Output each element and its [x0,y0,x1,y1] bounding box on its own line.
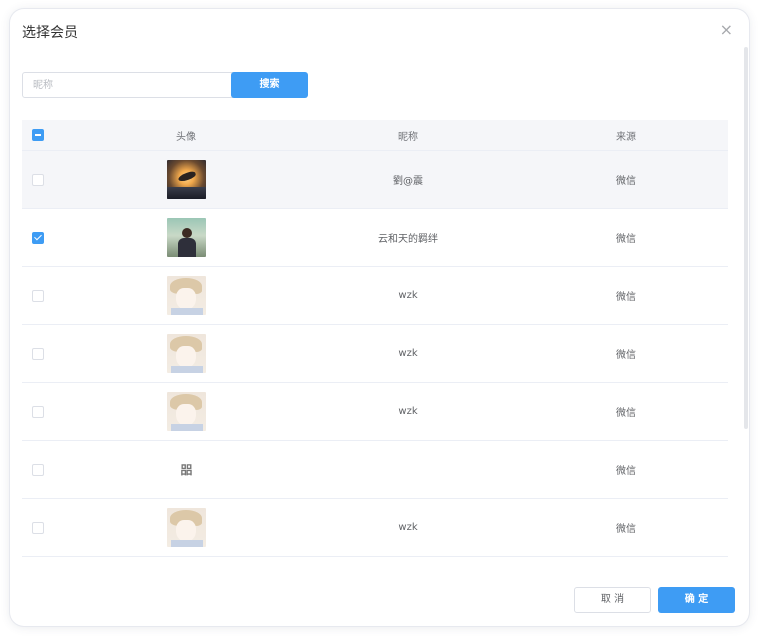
nickname-search-input[interactable] [22,72,236,98]
select-member-dialog: 选择会员 × 搜索 头像 昵称 来源 劉@震微信云和天的羁绊微信wzk微信wzk… [10,9,749,626]
row-checkbox[interactable] [32,405,44,418]
avatar [166,218,206,257]
nickname-cell [322,441,494,498]
confirm-button[interactable]: 确 定 [658,587,735,613]
source-cell: 微信 [616,408,636,419]
close-icon[interactable]: × [720,22,733,38]
table-row[interactable]: wzk 微信 [22,324,728,382]
row-checkbox[interactable] [32,347,44,360]
nickname-cell [322,557,494,579]
avatar: 㗊 [167,450,206,489]
nickname-cell: wzk [398,406,418,417]
row-checkbox[interactable] [32,463,44,476]
column-header-nickname: 昵称 [398,131,418,143]
source-cell: 微信 [582,557,670,579]
search-button[interactable]: 搜索 [231,72,308,98]
avatar [166,160,206,199]
source-cell: 微信 [616,466,636,477]
row-checkbox[interactable] [32,289,44,302]
table-body: 劉@震微信云和天的羁绊微信wzk微信wzk微信wzk微信㗊微信wzk微信㗊微信 [22,150,728,579]
row-checkbox[interactable] [32,173,44,186]
nickname-cell: wzk [398,290,418,301]
nickname-cell: 劉@震 [393,176,423,187]
table-row[interactable]: wzk 微信 [22,498,728,556]
row-checkbox[interactable] [32,231,44,244]
scrollbar[interactable] [744,47,748,429]
avatar [166,508,206,547]
avatar [166,334,206,373]
table-row[interactable]: 㗊 微信 [22,440,728,498]
table-row[interactable]: 劉@震 微信 [22,150,728,208]
source-cell: 微信 [616,292,636,303]
avatar-glyph: 㗊 [180,463,192,477]
row-checkbox[interactable] [32,521,44,534]
avatar-glyph: 㗊 [180,577,191,579]
nickname-cell: wzk [398,348,418,359]
avatar: 㗊 [167,566,206,579]
table-row[interactable]: wzk 微信 [22,266,728,324]
column-header-avatar: 头像 [176,131,196,143]
avatar [166,392,206,431]
select-all-checkbox[interactable] [32,129,44,141]
source-cell: 微信 [616,176,636,187]
source-cell: 微信 [616,524,636,535]
cancel-button[interactable]: 取 消 [574,587,651,613]
column-header-source: 来源 [616,131,636,143]
table-row[interactable]: 云和天的羁绊 微信 [22,208,728,266]
source-cell: 微信 [616,234,636,245]
table-row[interactable]: 㗊 微信 [22,556,728,579]
source-cell: 微信 [616,350,636,361]
nickname-cell: wzk [398,522,418,533]
member-table: 头像 昵称 来源 劉@震 微信 云和天的羁绊 微信 wzk 微信 wzk 微信 wzk 微信㗊微信… [22,120,728,579]
table-header: 头像 昵称 来源 [22,120,728,150]
nickname-cell: 云和天的羁绊 [378,234,438,245]
dialog-title: 选择会员 [22,25,78,41]
table-row[interactable]: wzk 微信 [22,382,728,440]
avatar [166,276,206,315]
